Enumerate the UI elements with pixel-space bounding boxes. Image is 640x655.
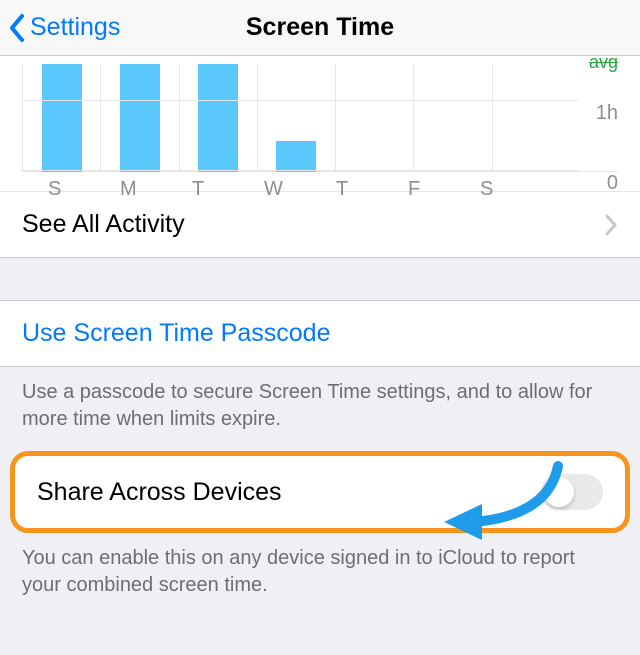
- x-tick-label: W: [260, 178, 332, 201]
- page-title: Screen Time: [246, 13, 394, 42]
- share-label: Share Across Devices: [37, 478, 282, 507]
- bar-slot: [100, 64, 178, 172]
- bar-slot: [335, 64, 413, 172]
- bar-slot: [413, 64, 491, 172]
- navbar: Settings Screen Time: [0, 0, 640, 56]
- use-passcode-label: Use Screen Time Passcode: [22, 319, 330, 347]
- share-across-devices-row[interactable]: Share Across Devices: [10, 451, 630, 533]
- bar-slot: [22, 64, 100, 172]
- bar-slot: [257, 64, 335, 172]
- y-tick-label: 0: [607, 172, 618, 195]
- chart-bar: [198, 64, 238, 172]
- toggle-knob: [544, 477, 574, 507]
- chevron-right-icon: [604, 214, 618, 236]
- x-tick-label: S: [476, 178, 548, 201]
- chart-plot: [22, 64, 618, 172]
- y-tick-label: 1h: [596, 102, 618, 125]
- x-tick-label: F: [404, 178, 476, 201]
- back-label: Settings: [30, 13, 120, 42]
- x-tick-label: T: [332, 178, 404, 201]
- chart-bar: [276, 141, 316, 172]
- content: avg SMTWTFS 01h See All Activity Use Scr…: [0, 56, 640, 617]
- x-tick-label: T: [188, 178, 260, 201]
- chevron-left-icon: [8, 13, 26, 43]
- bar-slot: [179, 64, 257, 172]
- x-tick-label: M: [116, 178, 188, 201]
- back-button[interactable]: Settings: [8, 13, 120, 43]
- chart-bar: [42, 64, 82, 172]
- chart-bar: [120, 64, 160, 172]
- share-toggle[interactable]: [541, 474, 603, 510]
- x-tick-label: S: [44, 178, 116, 201]
- gridline: [22, 100, 578, 101]
- use-passcode-row[interactable]: Use Screen Time Passcode: [0, 300, 640, 367]
- use-passcode-footer: Use a passcode to secure Screen Time set…: [0, 367, 640, 451]
- usage-chart-card: avg SMTWTFS 01h See All Activity: [0, 56, 640, 258]
- gridline: [22, 170, 578, 171]
- bar-slot: [492, 64, 570, 172]
- usage-chart: avg SMTWTFS 01h: [0, 56, 640, 191]
- share-footer: You can enable this on any device signed…: [0, 533, 640, 617]
- x-axis: SMTWTFS: [22, 172, 618, 215]
